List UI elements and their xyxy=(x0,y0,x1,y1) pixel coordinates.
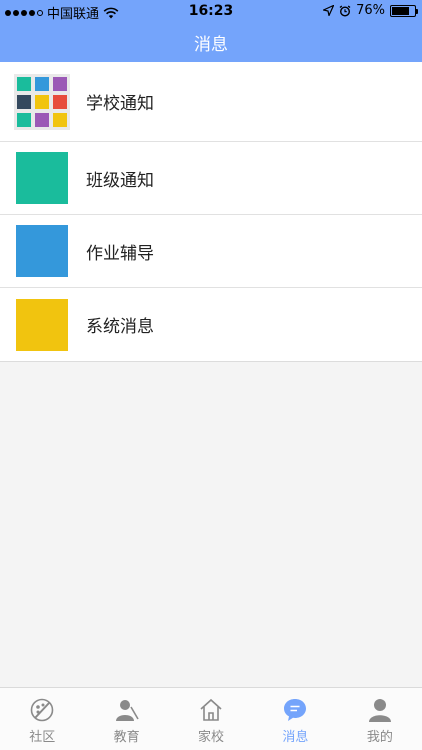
location-arrow-icon xyxy=(323,5,335,16)
message-row-label: 班级通知 xyxy=(86,170,154,191)
battery-icon xyxy=(390,4,418,17)
battery-percent: 76% xyxy=(356,3,385,18)
message-row-class-notice[interactable]: 班级通知 xyxy=(0,142,422,215)
tab-messages[interactable]: 消息 xyxy=(253,688,337,750)
grid-icon-square xyxy=(53,76,67,91)
message-icon xyxy=(284,699,307,721)
message-row-label: 系统消息 xyxy=(86,317,154,337)
grid-icon-square xyxy=(17,112,31,127)
education-icon xyxy=(115,700,139,721)
grid-icon-square xyxy=(53,94,67,109)
grid-icon-square xyxy=(17,94,31,109)
homework-icon xyxy=(16,225,68,277)
tab-home-school[interactable]: 家校 xyxy=(169,688,253,750)
header-bar: 中国联通 16:23 76% 消息 xyxy=(0,0,422,62)
status-right: 76% xyxy=(323,3,418,18)
message-row-homework[interactable]: 作业辅导 xyxy=(0,215,422,288)
tab-label: 教育 xyxy=(113,730,140,745)
status-bar: 中国联通 16:23 76% xyxy=(0,0,422,22)
school-notice-icon xyxy=(14,73,70,130)
tab-label: 我的 xyxy=(366,730,393,745)
message-row-label: 学校通知 xyxy=(86,94,154,114)
message-row-system[interactable]: 系统消息 xyxy=(0,288,422,361)
class-notice-icon xyxy=(16,152,68,204)
grid-icon-square xyxy=(17,76,31,91)
system-message-icon xyxy=(16,298,68,351)
tab-community[interactable]: 社区 xyxy=(0,688,84,750)
tab-profile[interactable]: 我的 xyxy=(338,688,422,750)
grid-icon-square xyxy=(35,94,49,109)
message-list: 学校通知 班级通知 作业辅导 系统消息 xyxy=(0,62,422,362)
alarm-icon xyxy=(339,4,351,17)
grid-icon-square xyxy=(35,112,49,127)
home-school-icon xyxy=(200,698,222,721)
profile-icon xyxy=(368,699,391,722)
grid-icon-square xyxy=(53,112,67,127)
tab-bar: 社区 教育 家校 消息 我的 xyxy=(0,687,422,750)
message-row-label: 作业辅导 xyxy=(86,243,154,264)
message-row-school-notice[interactable]: 学校通知 xyxy=(0,62,422,142)
grid-icon-square xyxy=(35,76,49,91)
tab-education[interactable]: 教育 xyxy=(84,688,168,750)
tab-label: 家校 xyxy=(198,730,225,745)
page-title: 消息 xyxy=(194,35,228,55)
tab-label: 社区 xyxy=(29,730,56,745)
tab-label: 消息 xyxy=(282,730,309,745)
community-icon xyxy=(30,698,54,722)
